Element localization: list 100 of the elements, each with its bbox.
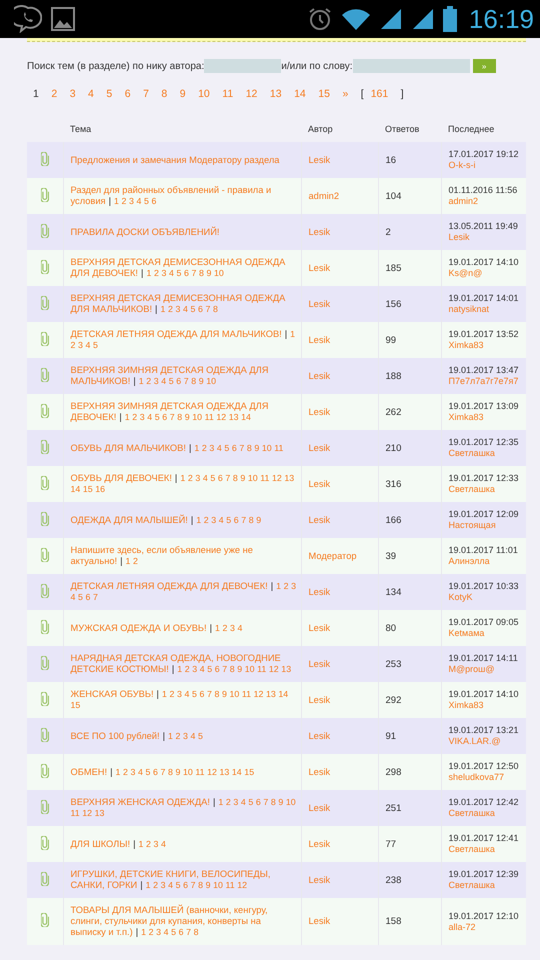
page-link[interactable]: 10 <box>248 473 258 483</box>
page-link[interactable]: 12 <box>246 88 258 100</box>
author-field[interactable] <box>204 59 282 73</box>
author-link[interactable]: Lesik <box>308 586 330 596</box>
author-link[interactable]: Ks@n@ <box>448 268 482 278</box>
page-link[interactable]: 9 <box>206 268 212 278</box>
page-link[interactable]: 12 <box>272 473 282 483</box>
page-link[interactable]: 6 <box>178 927 184 937</box>
page-link[interactable]: 7 <box>191 268 196 278</box>
page-link[interactable]: 5 <box>146 766 150 776</box>
author-link[interactable]: Lesik <box>308 406 330 416</box>
author-link[interactable]: Lesik <box>308 154 330 164</box>
page-link[interactable]: 4 <box>200 664 205 674</box>
page-link[interactable]: 4 <box>216 442 222 452</box>
page-link[interactable]: 1 <box>126 556 130 566</box>
page-link[interactable]: 12 <box>237 880 248 890</box>
author-link[interactable]: Ximka83 <box>448 340 484 350</box>
page-link[interactable]: 7 <box>239 442 244 452</box>
author-link[interactable]: Lesik <box>308 370 330 380</box>
author-link[interactable]: Lesik <box>308 478 330 488</box>
page-link[interactable]: 2 <box>132 412 138 422</box>
page-link[interactable]: 6 <box>151 196 156 206</box>
page-link[interactable]: 6 <box>234 514 239 524</box>
page-link[interactable]: 1 <box>146 880 151 890</box>
page-link[interactable]: 3 <box>130 766 136 776</box>
page-link[interactable]: 3 <box>156 927 162 937</box>
page-link[interactable]: 7 <box>241 514 246 524</box>
page-link[interactable]: 7 <box>263 797 268 807</box>
page-link[interactable]: 13 <box>94 808 104 818</box>
page-link[interactable]: 7 <box>143 88 149 100</box>
page-link[interactable]: 9 <box>180 88 186 100</box>
page-link[interactable]: 11 <box>274 442 284 452</box>
page-link[interactable]: 10 <box>229 689 240 699</box>
author-link[interactable]: Lesik <box>308 916 330 926</box>
page-link[interactable]: 1 <box>146 268 152 278</box>
page-link[interactable]: 9 <box>176 766 180 776</box>
author-link[interactable]: Lesik <box>308 262 330 272</box>
page-link[interactable]: 7 <box>190 880 196 890</box>
page-link[interactable]: 2 <box>226 797 231 807</box>
page-link[interactable]: 12 <box>268 664 279 674</box>
page-link[interactable]: 4 <box>147 412 152 422</box>
page-link[interactable]: 5 <box>248 797 254 807</box>
author-link[interactable]: Lesik <box>308 874 330 884</box>
page-link[interactable]: 13 <box>284 473 294 483</box>
page-link[interactable]: 3 <box>176 689 182 699</box>
word-field[interactable] <box>352 59 470 73</box>
author-link[interactable]: Ximka83 <box>448 412 484 422</box>
author-link[interactable]: Модератор <box>308 550 357 560</box>
page-link[interactable]: 4 <box>168 880 174 890</box>
page-link[interactable]: 10 <box>214 268 224 278</box>
page-link[interactable]: 5 <box>171 927 176 937</box>
page-link[interactable]: 5 <box>144 196 149 206</box>
page-link[interactable]: 12 <box>254 689 264 699</box>
page-link[interactable]: 2 <box>153 880 158 890</box>
page-link[interactable]: 1 <box>218 797 224 807</box>
page-link[interactable]: 5 <box>190 304 196 314</box>
page-link[interactable]: 2 <box>202 442 207 452</box>
page-link[interactable]: 10 <box>213 880 223 890</box>
page-link[interactable]: 1 <box>196 514 202 524</box>
page-link[interactable]: 6 <box>86 592 90 602</box>
page-link[interactable]: 7 <box>160 766 166 776</box>
page-link[interactable]: 8 <box>194 927 199 937</box>
page-link[interactable]: 5 <box>210 473 216 483</box>
author-link[interactable]: alla-72 <box>448 922 476 932</box>
page-link[interactable]: 16 <box>95 484 106 494</box>
page-link[interactable]: 10 <box>198 88 210 100</box>
page-link[interactable]: 6 <box>256 797 261 807</box>
page-link[interactable]: 3 <box>78 340 83 350</box>
page-link[interactable]: 1 <box>215 622 220 632</box>
page-link[interactable]: 4 <box>88 88 94 100</box>
page-link[interactable]: 8 <box>161 88 168 100</box>
page-link[interactable]: 1 <box>116 766 120 776</box>
page-link[interactable]: 8 <box>270 797 276 807</box>
next-page-link[interactable]: » <box>342 88 348 100</box>
page-link[interactable]: 7 <box>225 473 230 483</box>
page-link[interactable]: 15 <box>318 88 330 100</box>
author-link[interactable]: Lesik <box>308 334 330 344</box>
author-link[interactable]: admin2 <box>308 190 339 200</box>
page-link[interactable]: 2 <box>222 622 228 632</box>
page-link[interactable]: 7 <box>93 592 98 602</box>
page-link[interactable]: 4 <box>161 838 166 848</box>
page-link[interactable]: 14 <box>241 412 251 422</box>
page-link[interactable]: 6 <box>214 664 220 674</box>
page-link[interactable]: 5 <box>93 340 98 350</box>
page-link[interactable]: 3 <box>291 581 296 591</box>
author-link[interactable]: Lesik <box>308 658 330 668</box>
page-link[interactable]: 10 <box>192 412 202 422</box>
page-link[interactable]: 9 <box>254 442 260 452</box>
page-link[interactable]: 10 <box>244 664 255 674</box>
page-link[interactable]: 2 <box>204 514 209 524</box>
page-link[interactable]: 9 <box>184 412 190 422</box>
page-link[interactable]: 5 <box>168 376 174 386</box>
page-link[interactable]: 1 <box>177 664 182 674</box>
author-link[interactable]: VIKA.LAR.@ <box>448 736 501 746</box>
page-link[interactable]: 3 <box>195 473 200 483</box>
author-link[interactable]: Настоящая <box>448 520 496 530</box>
page-link[interactable]: 9 <box>240 473 246 483</box>
page-link[interactable]: 14 <box>278 689 288 699</box>
page-link[interactable]: 4 <box>238 622 242 632</box>
page-link[interactable]: 6 <box>232 442 237 452</box>
